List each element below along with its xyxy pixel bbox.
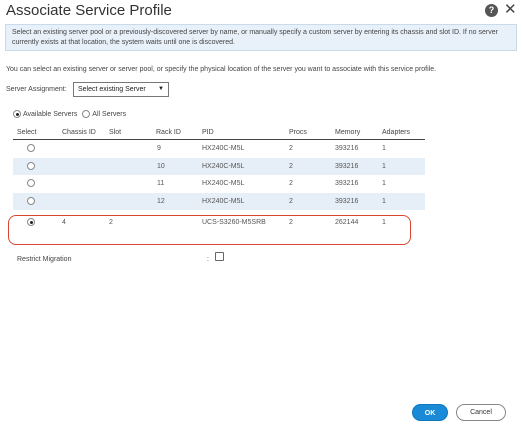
server-assignment-value: Select existing Server [78,86,146,93]
cell-rack-id: 12 [157,197,165,205]
column-header-rack-id[interactable]: Rack ID [156,129,181,136]
radio-all-servers[interactable] [82,110,91,118]
cell-pid: HX240C-M5L [202,162,245,170]
column-header-slot[interactable]: Slot [109,129,121,136]
cell-pid: HX240C-M5L [202,197,245,205]
close-icon[interactable]: ✕ [504,1,517,19]
help-icon[interactable]: ? [485,4,498,17]
server-assignment-label: Server Assignment: [6,86,67,93]
column-header-pid[interactable]: PID [202,129,214,136]
row-select-radio[interactable] [27,179,35,187]
cell-memory: 393216 [335,162,359,170]
cell-rack-id: 11 [157,180,165,187]
table-header: Select Chassis ID Slot Rack ID PID Procs… [13,126,425,140]
column-header-adapters[interactable]: Adapters [382,129,410,136]
chevron-down-icon: ▼ [158,86,164,92]
filter-available-servers[interactable]: Available Servers [13,110,77,118]
radio-available-servers[interactable] [13,110,21,118]
cell-memory: 393216 [335,197,359,205]
column-header-memory[interactable]: Memory [335,129,360,136]
server-filter-group: Available Servers All Servers [13,110,129,118]
cell-memory: 393216 [335,145,359,152]
restrict-migration-colon: : [207,256,209,263]
cancel-button[interactable]: Cancel [456,404,506,421]
cell-adapters: 1 [382,197,386,205]
filter-available-label: Available Servers [23,110,78,118]
cell-procs: 2 [289,197,293,205]
ok-button[interactable]: OK [412,404,448,421]
cell-pid: HX240C-M5L [202,145,245,152]
row-select-radio[interactable] [27,161,35,170]
cell-procs: 2 [289,180,293,187]
dialog-titlebar: Associate Service Profile ? ✕ [0,0,522,22]
row-select-radio[interactable] [27,144,35,152]
selected-row-highlight [8,215,411,245]
filter-all-label: All Servers [92,110,127,118]
instruction-text: You can select an existing server or ser… [6,66,437,73]
cell-adapters: 1 [382,180,386,187]
table-row[interactable]: 9 HX240C-M5L 2 393216 1 [13,140,425,158]
cell-rack-id: 10 [157,162,165,170]
table-row[interactable]: 11 HX240C-M5L 2 393216 1 [13,175,425,193]
filter-all-servers[interactable]: All Servers [82,110,126,118]
column-header-select[interactable]: Select [17,129,36,136]
table-row[interactable]: 10 HX240C-M5L 2 393216 1 [13,157,425,175]
cell-pid: HX240C-M5L [202,180,245,187]
table-row[interactable]: 12 HX240C-M5L 2 393216 1 [13,192,425,210]
column-header-chassis-id[interactable]: Chassis ID [62,129,96,136]
cell-procs: 2 [289,162,293,170]
dialog-title: Associate Service Profile [6,2,172,19]
server-assignment-select[interactable]: Select existing Server ▼ [73,82,169,97]
column-header-procs[interactable]: Procs [289,129,307,136]
cell-memory: 393216 [335,180,359,187]
restrict-migration-label: Restrict Migration [17,256,72,263]
cell-adapters: 1 [382,145,386,152]
cell-rack-id: 9 [157,145,161,152]
row-select-radio[interactable] [27,196,35,205]
info-banner: Select an existing server pool or a prev… [5,24,517,51]
restrict-migration-checkbox[interactable] [215,252,224,261]
cell-procs: 2 [289,145,293,152]
cell-adapters: 1 [382,162,386,170]
